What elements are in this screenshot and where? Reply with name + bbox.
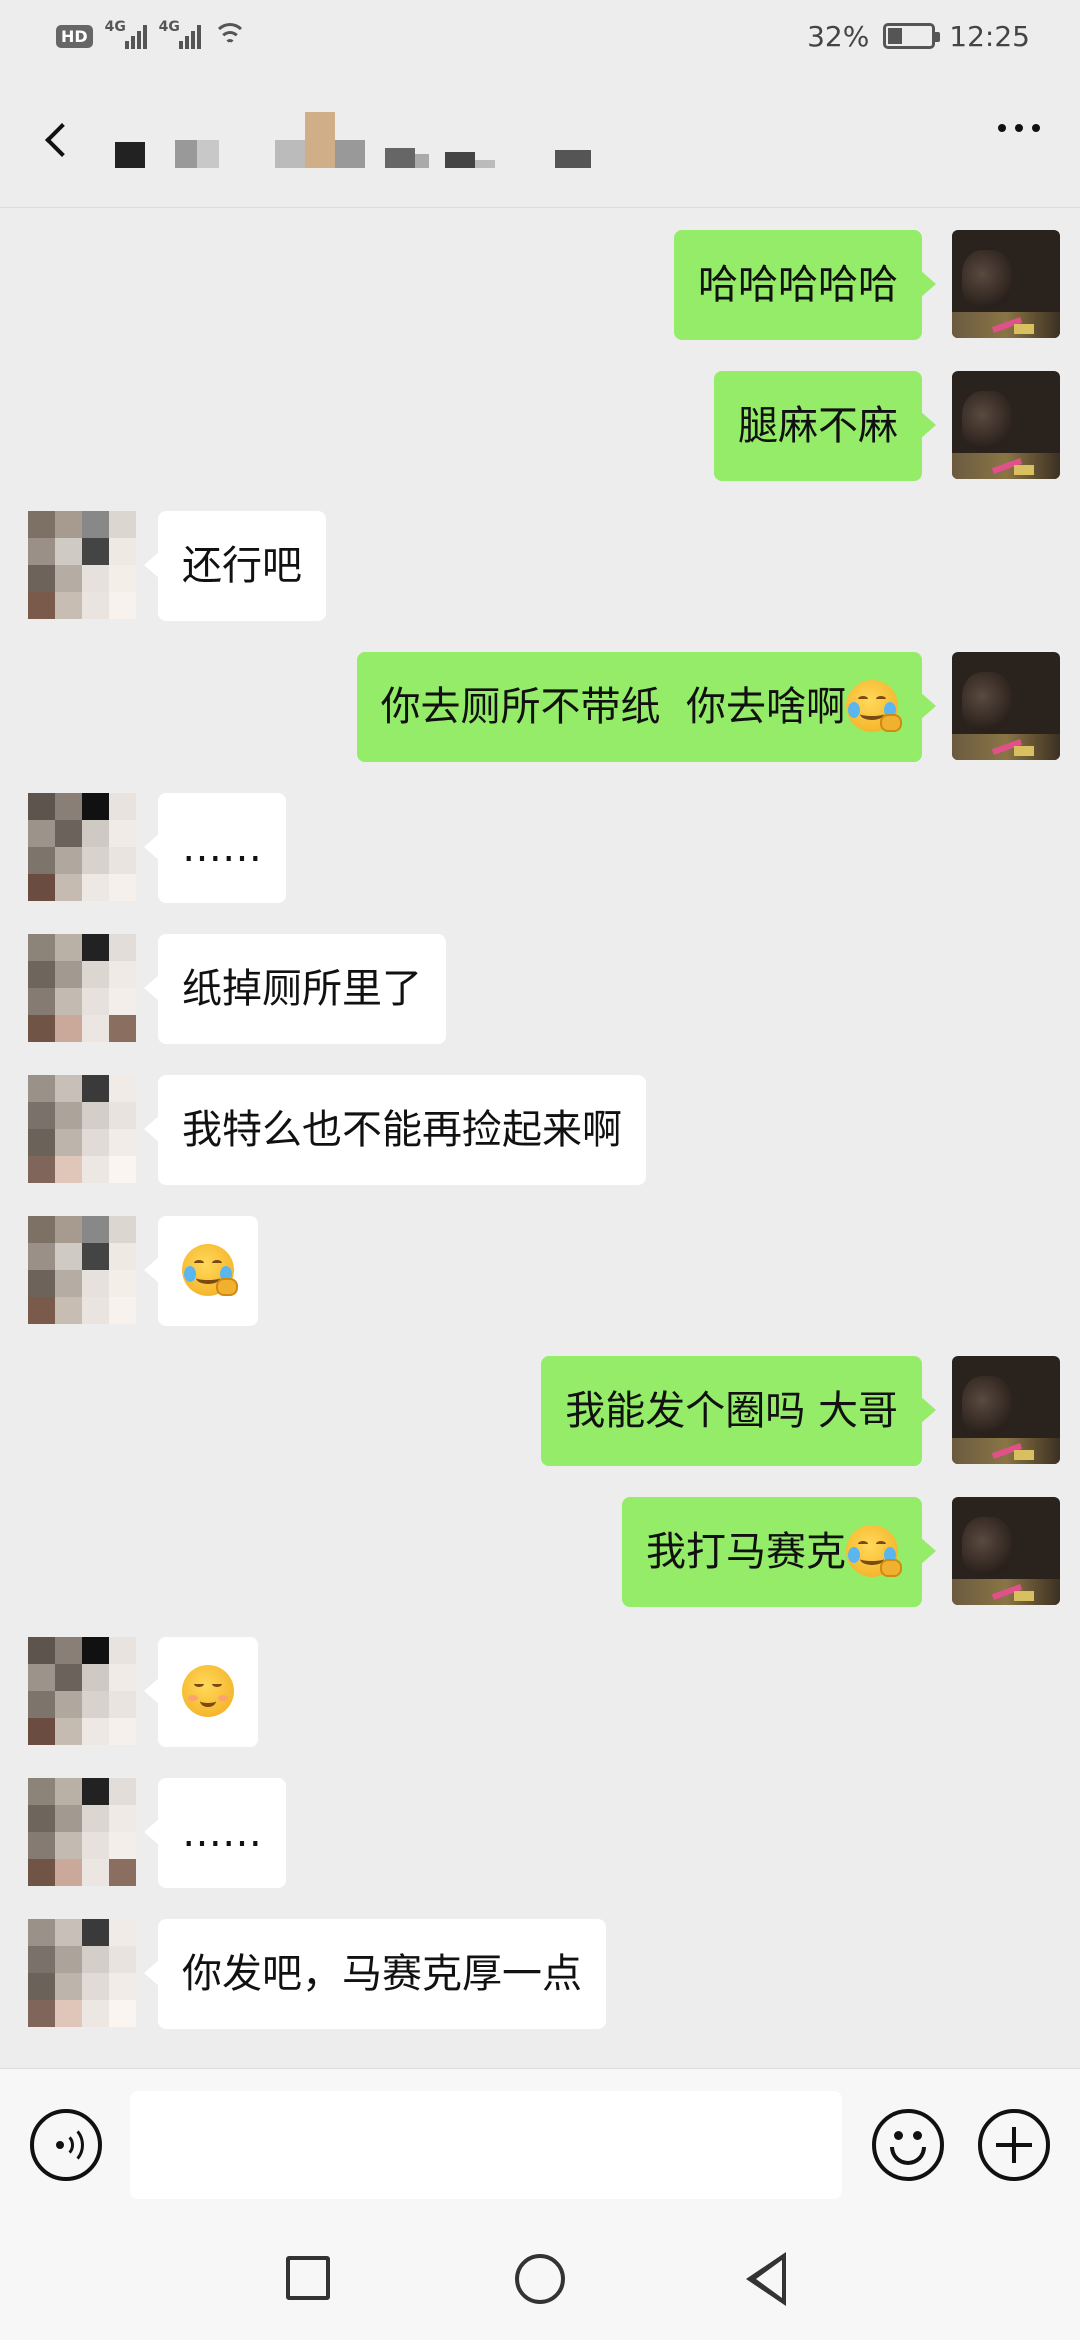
my-avatar[interactable]: [952, 1497, 1060, 1605]
message-bubble[interactable]: 腿麻不麻: [714, 371, 936, 481]
contact-avatar-mosaic[interactable]: [28, 1919, 136, 2027]
message-text: 你去厕所不带纸 你去啥啊: [380, 684, 846, 730]
blush-smile-emoji: [182, 1665, 234, 1717]
my-avatar[interactable]: [952, 230, 1060, 338]
contact-avatar-mosaic[interactable]: [28, 793, 136, 901]
message-text: 我能发个圈吗 大哥: [565, 1388, 898, 1434]
message-text: ……: [182, 825, 262, 871]
message-text: 还行吧: [182, 543, 302, 589]
contact-avatar-mosaic[interactable]: [28, 934, 136, 1042]
message-input[interactable]: [130, 2091, 842, 2199]
facepalm-emoji: [182, 1244, 238, 1296]
message-text: 我特么也不能再捡起来啊: [182, 1107, 622, 1153]
chevron-left-icon[interactable]: [22, 105, 92, 175]
message-text: 你发吧，马赛克厚一点: [182, 1951, 582, 1997]
message-bubble[interactable]: 哈哈哈哈哈: [674, 230, 936, 340]
network-type-label: 4G: [104, 19, 126, 35]
facepalm-emoji: [846, 1525, 902, 1577]
message-bubble[interactable]: 还行吧: [144, 511, 326, 621]
message-text: 我打马赛克: [646, 1529, 846, 1575]
message-bubble[interactable]: ……: [144, 793, 286, 903]
contact-avatar-mosaic[interactable]: [28, 511, 136, 619]
clock: 12:25: [949, 19, 1030, 53]
my-avatar[interactable]: [952, 1356, 1060, 1464]
circle-icon[interactable]: [515, 2254, 565, 2304]
signal-icon: 4G: [105, 19, 147, 49]
status-bar: HD 4G 4G 32% 12:25: [0, 0, 1080, 72]
message-bubble[interactable]: 我能发个圈吗 大哥: [541, 1356, 936, 1466]
chat-title-mosaic: [115, 112, 591, 168]
message-text: 腿麻不麻: [738, 403, 898, 449]
signal-icon-2: 4G: [159, 19, 201, 49]
system-nav-bar: [0, 2220, 1080, 2340]
hd-badge: HD: [56, 24, 93, 48]
my-avatar[interactable]: [952, 371, 1060, 479]
chat-header: [0, 72, 1080, 208]
message-bubble[interactable]: 你发吧，马赛克厚一点: [144, 1919, 606, 2029]
emoji-icon[interactable]: [872, 2109, 944, 2181]
message-bubble[interactable]: [144, 1216, 258, 1326]
message-bubble[interactable]: ……: [144, 1778, 286, 1888]
battery-icon: [883, 23, 941, 49]
message-bubble[interactable]: 你去厕所不带纸 你去啥啊: [356, 652, 937, 762]
message-bubble[interactable]: 纸掉厕所里了: [144, 934, 446, 1044]
more-dots-icon[interactable]: [998, 124, 1040, 132]
input-bar: [0, 2068, 1080, 2220]
facepalm-emoji: [846, 680, 902, 732]
contact-avatar-mosaic[interactable]: [28, 1637, 136, 1745]
message-text: 哈哈哈哈哈: [698, 262, 898, 308]
square-icon[interactable]: [286, 2256, 330, 2300]
wifi-icon: [212, 23, 247, 49]
message-text: 纸掉厕所里了: [182, 966, 422, 1012]
triangle-back-icon[interactable]: [746, 2252, 792, 2306]
contact-avatar-mosaic[interactable]: [28, 1216, 136, 1324]
message-bubble[interactable]: 我特么也不能再捡起来啊: [144, 1075, 646, 1185]
my-avatar[interactable]: [952, 652, 1060, 760]
voice-icon[interactable]: [30, 2109, 102, 2181]
plus-icon[interactable]: [978, 2109, 1050, 2181]
network-type-label-2: 4G: [158, 19, 180, 35]
message-bubble[interactable]: 我打马赛克: [622, 1497, 936, 1607]
message-bubble[interactable]: [144, 1637, 258, 1747]
battery-percent: 32%: [807, 19, 870, 53]
contact-avatar-mosaic[interactable]: [28, 1778, 136, 1886]
message-text: ……: [182, 1810, 262, 1856]
contact-avatar-mosaic[interactable]: [28, 1075, 136, 1183]
